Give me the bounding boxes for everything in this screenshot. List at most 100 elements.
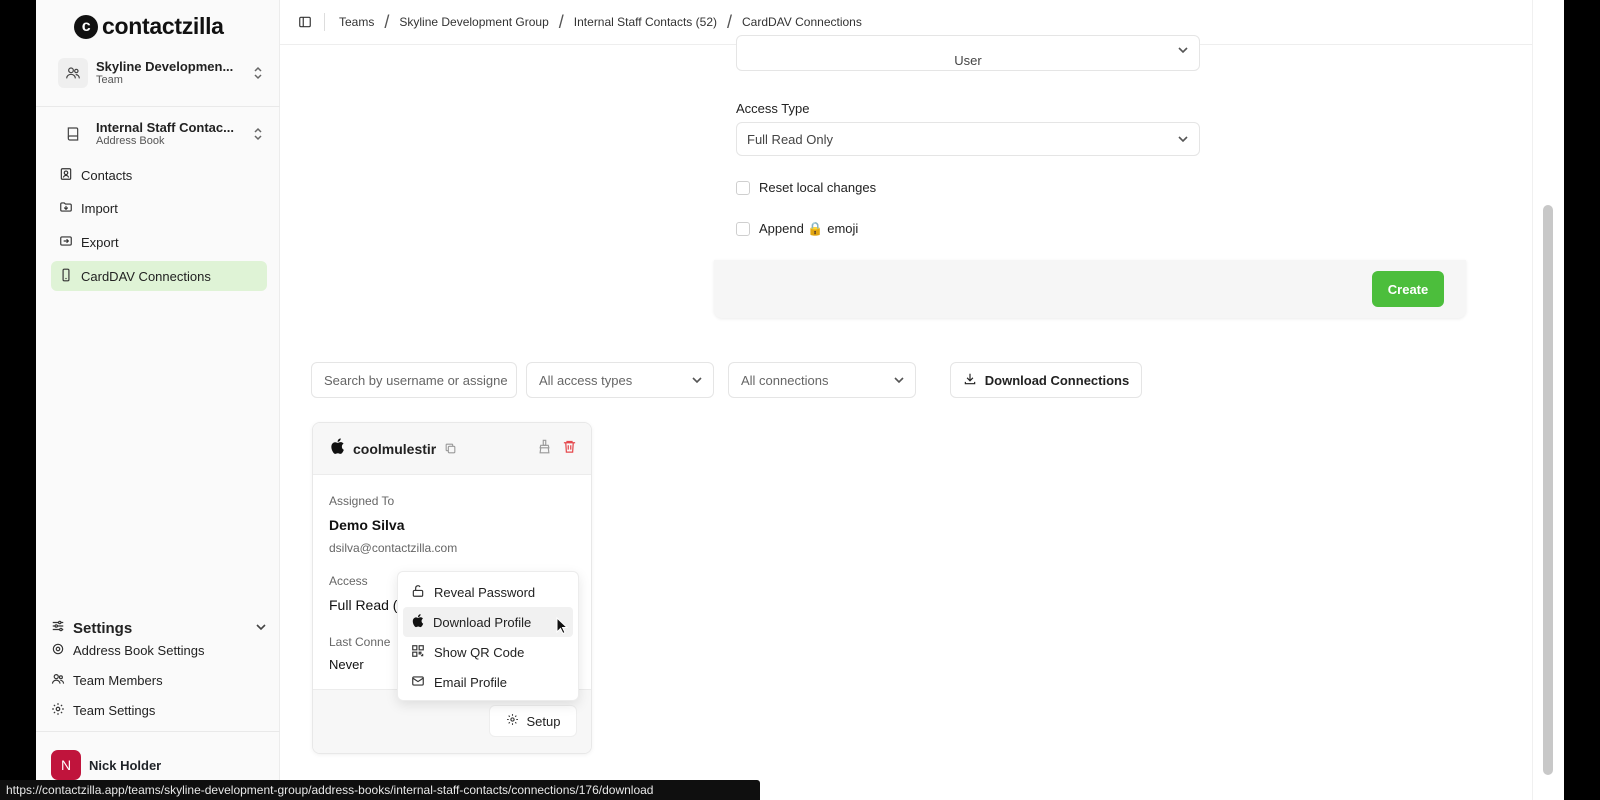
avatar: N [51,750,81,780]
sidebar-item-label: Contacts [81,167,133,183]
connections-filter[interactable]: All connections [728,362,916,398]
import-icon [59,200,73,217]
search-input[interactable]: Search by username or assigne [311,362,517,398]
trash-icon[interactable] [562,439,577,459]
reset-local-changes-label: Reset local changes [759,180,877,195]
download-icon [963,372,977,389]
menu-item-label: Show QR Code [434,644,525,660]
breadcrumb-team[interactable]: Skyline Development Group [399,15,548,29]
connection-username: coolmulestir [353,440,437,457]
menu-item-show-qr-code[interactable]: Show QR Code [403,637,573,667]
address-book-name: Internal Staff Contac... [96,119,234,135]
sidebar-divider [36,106,280,107]
menu-item-label: Download Profile [433,614,532,630]
sidebar-item-label: Export [81,234,119,250]
address-book-switcher[interactable]: Internal Staff Contac... Address Book [58,112,266,156]
append-emoji-row[interactable]: Append 🔒 emoji [736,221,858,237]
settings-item-label: Team Members [73,673,163,688]
chevron-down-icon [691,374,703,386]
sidebar-item-contacts[interactable]: Contacts [51,160,267,190]
access-type-select[interactable]: Full Read Only [736,122,1200,156]
settings-section-toggle[interactable]: Settings [51,619,267,637]
book-icon [58,119,88,149]
breadcrumb-separator: / [384,11,390,32]
user-menu[interactable]: N Nick Holder [51,750,161,780]
sidebar-item-export[interactable]: Export [51,227,267,257]
assignee-select-value: User [954,52,982,68]
menu-item-label: Email Profile [434,674,507,690]
connections-filter-value: All connections [741,372,829,388]
vertical-scrollbar[interactable] [1532,0,1564,800]
reset-local-changes-checkbox[interactable] [736,180,750,195]
card-actions [537,439,577,459]
gear-icon [51,702,65,719]
logo-mark-icon: c [74,14,98,39]
access-label: Access [329,574,368,588]
link-status-url: https://contactzilla.app/teams/skyline-d… [0,780,760,800]
sidebar: c contactzilla Skyline Developmen... Tea… [36,0,280,800]
breadcrumb-separator: / [726,11,732,32]
assignee-select[interactable]: User [736,35,1200,71]
device-icon [59,268,73,285]
reset-local-changes-row[interactable]: Reset local changes [736,180,876,195]
setup-label: Setup [526,713,561,729]
settings-item-label: Team Settings [73,703,156,718]
breadcrumb-address-book[interactable]: Internal Staff Contacts (52) [574,15,717,29]
team-switcher[interactable]: Skyline Developmen... Team [58,51,266,95]
topbar-divider [324,13,325,31]
settings-heading: Settings [73,619,133,637]
copy-icon[interactable] [444,442,457,455]
user-name: Nick Holder [89,757,162,773]
access-types-filter[interactable]: All access types [526,362,714,398]
append-emoji-label: Append 🔒 emoji [759,221,859,236]
sidebar-divider [36,731,280,732]
reset-icon[interactable] [537,439,552,459]
menu-item-label: Reveal Password [434,584,536,600]
chevron-down-icon [1177,133,1189,145]
scrollbar-thumb[interactable] [1543,205,1553,775]
sidebar-item-carddav-connections[interactable]: CardDAV Connections [51,261,267,291]
menu-item-email-profile[interactable]: Email Profile [403,667,573,697]
breadcrumb-separator: / [558,11,564,32]
export-icon [59,234,73,251]
chevron-down-icon [893,374,905,386]
create-button[interactable]: Create [1372,271,1444,307]
last-connected-label: Last Conne [329,635,391,649]
assigned-to-label: Assigned To [329,494,395,508]
team-name: Skyline Developmen... [96,58,234,74]
gear-icon [506,713,519,729]
breadcrumb-teams[interactable]: Teams [339,15,374,29]
download-connections-button[interactable]: Download Connections [950,362,1142,398]
last-connected-value: Never [329,657,364,672]
settings-item-label: Address Book Settings [73,643,205,658]
gear-icon [51,642,65,659]
sidebar-item-label: Import [81,200,118,216]
download-connections-label: Download Connections [984,372,1130,388]
sidebar-toggle-icon[interactable] [298,15,312,29]
breadcrumb-current: CardDAV Connections [742,15,862,29]
team-icon [58,58,88,88]
setup-button[interactable]: Setup [489,705,577,737]
search-placeholder: Search by username or assigne [324,372,508,388]
access-type-label: Access Type [736,101,810,116]
apple-icon [329,437,345,460]
chevron-up-down-icon [250,127,266,141]
menu-item-download-profile[interactable]: Download Profile [403,607,573,637]
chevron-down-icon [255,620,267,637]
settings-item-address-book[interactable]: Address Book Settings [51,642,205,659]
qr-code-icon [411,644,425,661]
menu-item-reveal-password[interactable]: Reveal Password [403,577,573,607]
append-emoji-checkbox[interactable] [736,222,750,236]
contact-card-icon [59,167,73,184]
brand-logo[interactable]: c contactzilla [74,13,224,40]
sliders-icon [51,619,65,637]
settings-item-team-settings[interactable]: Team Settings [51,702,155,719]
mouse-cursor-icon [556,616,569,640]
sidebar-item-import[interactable]: Import [51,193,267,223]
mail-icon [411,674,425,691]
settings-item-team-members[interactable]: Team Members [51,672,163,689]
create-connection-form: User Access Type Full Read Only Reset lo… [714,35,1466,318]
users-icon [51,672,65,689]
unlock-icon [411,584,425,601]
app-window: c contactzilla Skyline Developmen... Tea… [36,0,1564,800]
